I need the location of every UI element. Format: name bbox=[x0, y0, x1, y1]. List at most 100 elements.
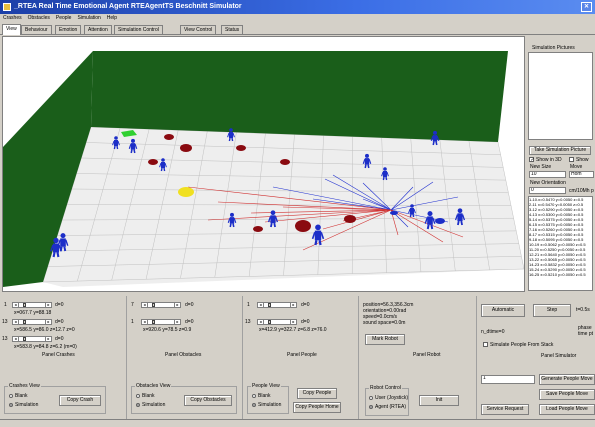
step-button[interactable]: Step bbox=[533, 304, 571, 317]
slider-thumb[interactable] bbox=[23, 337, 26, 341]
save-people-move-button[interactable]: Save People Move bbox=[539, 389, 595, 400]
person-leg bbox=[117, 146, 118, 149]
person-leg bbox=[458, 221, 459, 225]
init-button[interactable]: Init bbox=[419, 395, 459, 406]
slider-left-arrow-icon[interactable]: ◂ bbox=[258, 303, 264, 307]
tab-behaviour[interactable]: Behaviour bbox=[21, 25, 52, 34]
person-head bbox=[161, 158, 165, 162]
slider-left-arrow-icon[interactable]: ◂ bbox=[13, 320, 19, 324]
slider-thumb[interactable] bbox=[152, 320, 155, 324]
crash-info: x=583.8 y=84.8 z=6.2 (m=0) bbox=[14, 344, 77, 350]
mark-robot-button[interactable]: Mark Robot bbox=[365, 334, 405, 345]
radio-label: Simulation bbox=[142, 402, 165, 408]
person-leg bbox=[320, 240, 321, 245]
slider-thumb[interactable] bbox=[268, 303, 271, 307]
3d-viewport[interactable] bbox=[2, 36, 525, 292]
obstacles-radio-blank[interactable]: Blank bbox=[136, 393, 155, 399]
slider-right-arrow-icon[interactable]: ▸ bbox=[174, 320, 180, 324]
crash-slider[interactable]: ◂▸ bbox=[12, 319, 52, 325]
robot-radio-agent[interactable]: Agent (RTEA) bbox=[369, 404, 406, 410]
generate-people-move-button[interactable]: Generate People Move bbox=[539, 374, 595, 385]
slider-thumb[interactable] bbox=[23, 320, 26, 324]
person-head bbox=[458, 208, 463, 213]
slider-left-arrow-icon[interactable]: ◂ bbox=[258, 320, 264, 324]
close-button[interactable]: ✕ bbox=[581, 2, 592, 12]
list-item[interactable]: 16-25 x=0.5210 y=0.0050 z=0.5 bbox=[529, 272, 592, 277]
automatic-button[interactable]: Automatic bbox=[481, 304, 525, 317]
person-leg bbox=[230, 224, 231, 227]
slider-left-arrow-icon[interactable]: ◂ bbox=[142, 320, 148, 324]
time-step-text: t=0.5s bbox=[576, 307, 590, 313]
crash-slider[interactable]: ◂▸ bbox=[12, 336, 52, 342]
slider-left-arrow-icon[interactable]: ◂ bbox=[142, 303, 148, 307]
obstacle-slider[interactable]: ◂▸ bbox=[141, 302, 181, 308]
title-bar[interactable]: _RTEA Real Time Emotional Agent RTEAgent… bbox=[0, 0, 595, 14]
slider-right-arrow-icon[interactable]: ▸ bbox=[45, 303, 51, 307]
new-orientation-input[interactable]: 0 bbox=[529, 187, 566, 194]
obstacle-row-number: 1 bbox=[131, 319, 134, 325]
slider-left-arrow-icon[interactable]: ◂ bbox=[13, 303, 19, 307]
menu-people[interactable]: People bbox=[53, 14, 75, 23]
slider-thumb[interactable] bbox=[268, 320, 271, 324]
menu-help[interactable]: Help bbox=[104, 14, 120, 23]
new-size-label: New Size bbox=[530, 164, 551, 170]
person-leg bbox=[431, 225, 432, 229]
new-size-input[interactable]: 10 bbox=[529, 171, 566, 178]
show-checkbox[interactable]: Show bbox=[569, 157, 589, 163]
crash-info: x=586.5 y=86.0 z=12.7 z=0 bbox=[14, 327, 75, 333]
tab-simulation-control[interactable]: Simulation Control bbox=[114, 25, 163, 34]
load-people-move-button[interactable]: Load People Move bbox=[539, 404, 595, 415]
slider-right-arrow-icon[interactable]: ▸ bbox=[290, 303, 296, 307]
crash-slider[interactable]: ◂▸ bbox=[12, 302, 52, 308]
tab-strip: View Behaviour Emotion Attention Simulat… bbox=[0, 24, 595, 35]
robot-base bbox=[390, 211, 398, 215]
tab-status[interactable]: Status bbox=[221, 25, 243, 34]
people-move-input[interactable]: 1 bbox=[481, 375, 535, 384]
pictures-box[interactable] bbox=[528, 52, 593, 140]
crashes-radio-simulation[interactable]: Simulation bbox=[9, 402, 38, 408]
person-slider[interactable]: ◂▸ bbox=[257, 319, 297, 325]
robot-radio-user[interactable]: User (Joystick) bbox=[369, 395, 408, 401]
menu-obstacles[interactable]: Obstacles bbox=[25, 14, 53, 23]
crashes-view-group: Crashes View Blank Simulation Copy Crash bbox=[4, 386, 106, 414]
tab-attention[interactable]: Attention bbox=[84, 25, 112, 34]
simulate-people-label: Simulate People From Stack bbox=[490, 342, 553, 348]
take-picture-button[interactable]: Take Simulation Picture bbox=[529, 146, 591, 155]
people-radio-simulation[interactable]: Simulation bbox=[252, 402, 281, 408]
slider-right-arrow-icon[interactable]: ▸ bbox=[174, 303, 180, 307]
robot-control-group: Robot Control User (Joystick) Agent (RTE… bbox=[365, 388, 409, 416]
person-leg bbox=[433, 142, 434, 145]
slider-right-arrow-icon[interactable]: ▸ bbox=[290, 320, 296, 324]
menu-crashes[interactable]: Crashes bbox=[0, 14, 25, 23]
slider-thumb[interactable] bbox=[23, 303, 26, 307]
slider-right-arrow-icon[interactable]: ▸ bbox=[45, 337, 51, 341]
people-radio-blank[interactable]: Blank bbox=[252, 393, 271, 399]
slider-left-arrow-icon[interactable]: ◂ bbox=[13, 337, 19, 341]
service-request-button[interactable]: Service Request bbox=[481, 404, 529, 415]
simulate-people-checkbox[interactable]: Simulate People From Stack bbox=[483, 342, 553, 348]
slider-right-arrow-icon[interactable]: ▸ bbox=[45, 320, 51, 324]
obstacle-slider[interactable]: ◂▸ bbox=[141, 319, 181, 325]
person-leg bbox=[315, 240, 316, 245]
copy-crash-button[interactable]: Copy Crash bbox=[59, 395, 101, 406]
scene-canvas[interactable] bbox=[3, 37, 524, 291]
show-3d-checkbox[interactable]: Show in 3D bbox=[529, 157, 562, 163]
move-input[interactable]: Hom bbox=[569, 171, 594, 178]
crash-row-number: 13 bbox=[2, 336, 8, 342]
window-title: _RTEA Real Time Emotional Agent RTEAgent… bbox=[14, 0, 242, 14]
obstacles-radio-simulation[interactable]: Simulation bbox=[136, 402, 165, 408]
person-body bbox=[365, 158, 369, 165]
tab-emotion[interactable]: Emotion bbox=[55, 25, 81, 34]
show-label: Show bbox=[576, 157, 589, 163]
positions-list[interactable]: 1-10.x=0.5470 y=0.0050 z=0.52-11 x=0.547… bbox=[528, 196, 593, 291]
menu-simulation[interactable]: Simulation bbox=[74, 14, 103, 23]
copy-people-button[interactable]: Copy People bbox=[297, 388, 337, 399]
person-slider[interactable]: ◂▸ bbox=[257, 302, 297, 308]
copy-people-home-button[interactable]: Copy People Home bbox=[293, 402, 341, 413]
tab-view[interactable]: View bbox=[2, 24, 21, 35]
slider-thumb[interactable] bbox=[152, 303, 155, 307]
tab-view-control[interactable]: View Control bbox=[180, 25, 216, 34]
crashes-radio-blank[interactable]: Blank bbox=[9, 393, 28, 399]
copy-obstacles-button[interactable]: Copy Obstacles bbox=[184, 395, 232, 406]
main-window: _RTEA Real Time Emotional Agent RTEAgent… bbox=[0, 0, 595, 426]
